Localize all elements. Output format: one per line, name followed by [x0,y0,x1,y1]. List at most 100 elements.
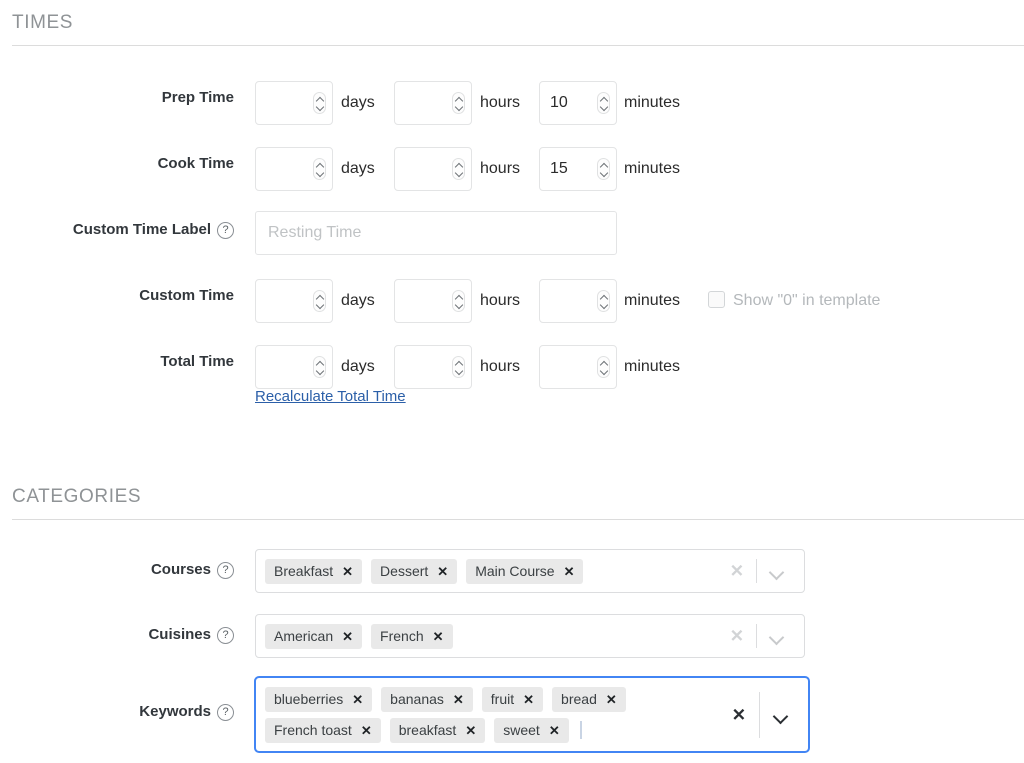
tag-remove-icon[interactable]: ✕ [606,693,617,706]
tag-remove-icon[interactable]: ✕ [437,565,448,578]
courses-multiselect[interactable]: Breakfast✕ Dessert ✕ Main Course ✕ ✕ [255,549,805,593]
tag-remove-icon[interactable]: ✕ [433,630,444,643]
total-time-minutes-input[interactable] [539,345,617,389]
tag-remove-icon[interactable]: ✕ [465,724,476,737]
tag-chip[interactable]: sweet✕ [494,718,568,743]
courses-label-text: Courses [151,561,211,578]
tag-remove-icon[interactable]: ✕ [523,693,534,706]
help-circle-icon[interactable]: ? [217,704,234,721]
number-spinner-icon[interactable] [452,92,465,114]
cook-time-days-input[interactable] [255,147,333,191]
help-circle-icon[interactable]: ? [217,627,234,644]
tag-remove-icon[interactable]: ✕ [453,693,464,706]
tag-chip[interactable]: breakfast✕ [390,718,486,743]
custom-time-minutes-unit: minutes [624,279,680,323]
cook-time-minutes-input[interactable]: 15 [539,147,617,191]
number-spinner-icon[interactable] [597,92,610,114]
tag-chip[interactable]: bananas✕ [381,687,473,712]
prep-time-hours-input[interactable] [394,81,472,125]
help-circle-icon[interactable]: ? [217,562,234,579]
tag-chip-label: American [274,628,333,644]
keywords-clear-icon[interactable]: ✕ [732,706,746,723]
tag-chip[interactable]: Dessert ✕ [371,559,457,584]
tag-chip-label: Dessert [380,563,428,579]
tag-chip[interactable]: Breakfast✕ [265,559,362,584]
cuisines-row: Cuisines? American✕French✕ ✕ [0,608,1024,662]
number-spinner-icon[interactable] [597,158,610,180]
number-spinner-icon[interactable] [597,356,610,378]
courses-clear-icon[interactable]: ✕ [730,563,744,580]
prep-time-days-input[interactable] [255,81,333,125]
show-zero-label: Show "0" in template [733,292,880,309]
tag-chip-label: French toast [274,722,352,738]
divider [759,692,760,738]
keywords-label-text: Keywords [139,703,211,720]
total-time-hours-input[interactable] [394,345,472,389]
total-time-row: Total Time days hours minutes [0,335,1024,389]
cuisines-clear-icon[interactable]: ✕ [730,628,744,645]
chevron-down-icon[interactable] [769,630,785,646]
tag-chip[interactable]: bread ✕ [552,687,626,712]
help-circle-icon[interactable]: ? [217,222,234,239]
number-spinner-icon[interactable] [313,356,326,378]
cook-time-minutes-value: 15 [550,148,568,190]
prep-time-minutes-value: 10 [550,82,568,124]
cook-time-row: Cook Time days hours 15 minutes [0,137,1024,191]
recipe-editor-form: TIMES Prep Time days hours 10 minutes Co… [0,0,1024,763]
tag-chip[interactable]: French✕ [371,624,452,649]
categories-section-heading: CATEGORIES [12,486,1024,520]
number-spinner-icon[interactable] [452,356,465,378]
prep-time-row: Prep Time days hours 10 minutes [0,71,1024,125]
custom-time-days-unit: days [341,279,375,323]
keywords-selected-tags: blueberries✕bananas✕fruit✕bread✕French t… [265,678,712,751]
tag-remove-icon[interactable]: ✕ [361,724,372,737]
number-spinner-icon[interactable] [313,92,326,114]
custom-time-label-row: Custom Time Label? [0,203,1024,257]
cuisines-selected-tags: American✕French✕ [265,615,712,657]
custom-time-label-label: Custom Time Label? [0,203,234,257]
number-spinner-icon[interactable] [597,290,610,312]
keywords-multiselect[interactable]: blueberries✕bananas✕fruit✕bread✕French t… [254,676,810,753]
recalculate-total-time-link[interactable]: Recalculate Total Time [255,388,406,405]
tag-chip[interactable]: Main Course ✕ [466,559,583,584]
tag-chip-label: Main Course [475,563,554,579]
custom-time-label-input[interactable] [255,211,617,255]
tag-chip[interactable]: blueberries ✕ [265,687,372,712]
tag-chip-label: bread [561,691,597,707]
show-zero-checkbox[interactable] [708,291,725,308]
tag-chip[interactable]: American ✕ [265,624,362,649]
cook-time-minutes-unit: minutes [624,147,680,191]
number-spinner-icon[interactable] [452,290,465,312]
times-section-heading: TIMES [12,12,1024,46]
custom-time-days-input[interactable] [255,279,333,323]
tag-remove-icon[interactable]: ✕ [342,630,353,643]
courses-row: Courses? Breakfast✕ Dessert ✕ Main Course ✕ … [0,543,1024,597]
tag-chip[interactable]: French toast ✕ [265,718,381,743]
tag-chip-label: blueberries [274,691,343,707]
chevron-down-icon[interactable] [773,708,789,724]
number-spinner-icon[interactable] [313,290,326,312]
keywords-label: Keywords? [0,672,234,752]
tag-remove-icon[interactable]: ✕ [352,693,363,706]
number-spinner-icon[interactable] [313,158,326,180]
tag-remove-icon[interactable]: ✕ [549,724,560,737]
prep-time-minutes-input[interactable]: 10 [539,81,617,125]
prep-time-hours-unit: hours [480,81,520,125]
custom-time-hours-input[interactable] [394,279,472,323]
cuisines-multiselect[interactable]: American✕French✕ ✕ [255,614,805,658]
total-time-label: Total Time [0,335,234,389]
prep-time-minutes-unit: minutes [624,81,680,125]
divider [756,624,757,648]
total-time-days-unit: days [341,345,375,389]
tag-remove-icon[interactable]: ✕ [342,565,353,578]
tag-remove-icon[interactable]: ✕ [564,565,575,578]
total-time-days-input[interactable] [255,345,333,389]
tag-chip[interactable]: fruit✕ [482,687,543,712]
cook-time-hours-input[interactable] [394,147,472,191]
show-zero-checkbox-row[interactable]: Show "0" in template [708,279,880,323]
chevron-down-icon[interactable] [769,565,785,581]
custom-time-minutes-input[interactable] [539,279,617,323]
custom-time-label: Custom Time [0,269,234,323]
number-spinner-icon[interactable] [452,158,465,180]
cook-time-hours-unit: hours [480,147,520,191]
